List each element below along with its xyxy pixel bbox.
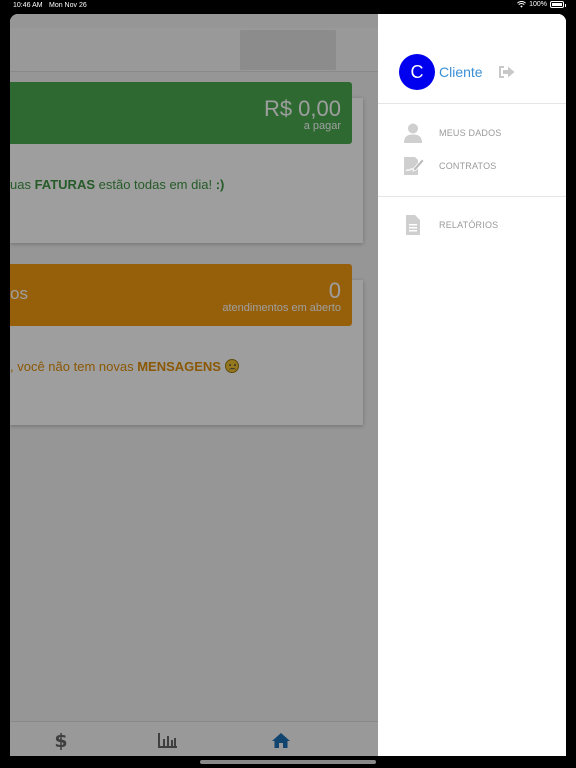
battery-icon [550, 1, 566, 8]
app-screen: R$ 0,00 a pagar uas FATURAS estão todas … [10, 14, 566, 756]
user-icon [404, 123, 422, 143]
wifi-icon [517, 1, 527, 8]
report-icon [406, 215, 420, 235]
menu-label-meus-dados: MEUS DADOS [439, 128, 502, 138]
side-drawer: C Cliente MEUS DADOS CONTRATOS RELATÓRIO… [378, 14, 566, 756]
logout-icon [499, 66, 515, 78]
drawer-backdrop[interactable] [10, 14, 378, 756]
home-indicator [200, 760, 376, 764]
logout-button[interactable] [498, 64, 516, 80]
status-time: 10:46 AM [13, 2, 43, 9]
status-date: Mon Nov 26 [49, 2, 87, 9]
battery-percent: 100% [529, 1, 547, 8]
menu-label-relatorios: RELATÓRIOS [439, 220, 499, 230]
menu-item-meus-dados[interactable]: MEUS DADOS [378, 118, 566, 148]
menu-label-contratos: CONTRATOS [439, 161, 497, 171]
status-bar: 10:46 AM Mon Nov 26 100% [0, 0, 576, 14]
menu-item-relatorios[interactable]: RELATÓRIOS [378, 210, 566, 240]
user-name-link[interactable]: Cliente [439, 64, 483, 80]
contract-icon [404, 157, 424, 175]
drawer-divider [378, 196, 566, 197]
status-right: 100% [517, 1, 566, 8]
avatar[interactable]: C [399, 54, 435, 90]
menu-item-contratos[interactable]: CONTRATOS [378, 151, 566, 181]
